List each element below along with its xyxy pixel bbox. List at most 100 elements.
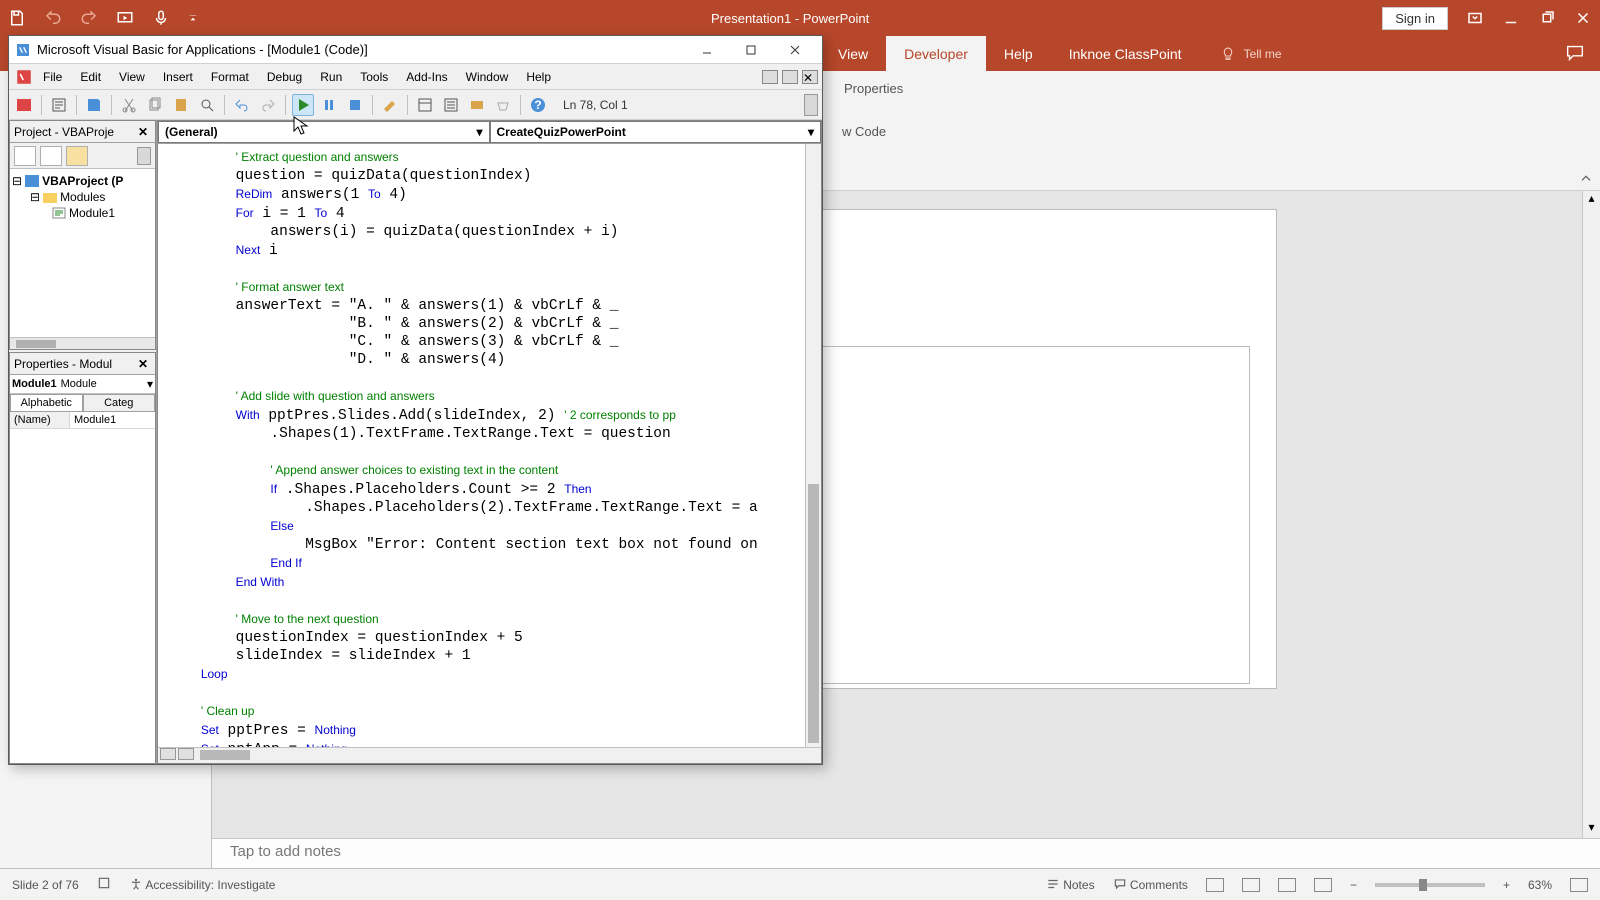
slideshow-view-button[interactable] xyxy=(1314,878,1332,892)
menu-run[interactable]: Run xyxy=(312,67,350,87)
mdi-minimize[interactable] xyxy=(762,70,778,84)
menu-window[interactable]: Window xyxy=(458,67,517,87)
minimize-icon[interactable] xyxy=(1502,9,1520,27)
tb-design-icon[interactable] xyxy=(379,94,401,116)
tb-break-icon[interactable] xyxy=(318,94,340,116)
tb-save-icon[interactable] xyxy=(83,94,105,116)
tb-copy-icon[interactable] xyxy=(144,94,166,116)
code-editor[interactable]: ' Extract question and answers question … xyxy=(158,144,805,747)
reading-view-button[interactable] xyxy=(1278,878,1296,892)
canvas-vscrollbar[interactable]: ▴ ▾ xyxy=(1582,191,1600,838)
toolbar-overflow[interactable] xyxy=(804,94,818,116)
menu-addins[interactable]: Add-Ins xyxy=(398,67,455,87)
accessibility-status[interactable]: Accessibility: Investigate xyxy=(129,877,276,892)
vbe-titlebar[interactable]: Microsoft Visual Basic for Applications … xyxy=(9,36,822,64)
tb-find-icon[interactable] xyxy=(196,94,218,116)
menu-debug[interactable]: Debug xyxy=(259,67,310,87)
zoom-in[interactable]: + xyxy=(1503,878,1510,892)
vbe-menubar: File Edit View Insert Format Debug Run T… xyxy=(9,64,822,90)
ribbon-options-icon[interactable] xyxy=(1466,9,1484,27)
tree-folder-modules[interactable]: Modules xyxy=(60,190,105,204)
project-tree[interactable]: ⊟ VBAProject (P ⊟ Modules Module1 xyxy=(10,169,155,337)
tb-redo-icon[interactable] xyxy=(257,94,279,116)
restore-icon[interactable] xyxy=(1538,9,1556,27)
menu-format[interactable]: Format xyxy=(203,67,257,87)
tb-properties-icon[interactable] xyxy=(440,94,462,116)
full-module-view-icon[interactable] xyxy=(178,748,194,760)
comments-pane-icon[interactable] xyxy=(1564,42,1586,64)
project-explorer-header[interactable]: Project - VBAProje ✕ xyxy=(10,121,155,143)
tb-paste-icon[interactable] xyxy=(170,94,192,116)
pp-notes-pane[interactable]: Tap to add notes xyxy=(212,838,1600,868)
cursor-position: Ln 78, Col 1 xyxy=(563,98,628,112)
tb-help-icon[interactable]: ? xyxy=(527,94,549,116)
procedure-view-icon[interactable] xyxy=(160,748,176,760)
tb-reset-icon[interactable] xyxy=(344,94,366,116)
tree-project[interactable]: VBAProject (P xyxy=(42,174,123,188)
properties-close-icon[interactable]: ✕ xyxy=(135,357,151,371)
properties-panel-header[interactable]: Properties - Modul ✕ xyxy=(10,353,155,375)
undo-icon[interactable] xyxy=(44,9,62,27)
mdi-restore[interactable] xyxy=(782,70,798,84)
tb-project-explorer-icon[interactable] xyxy=(414,94,436,116)
mdi-close[interactable]: ✕ xyxy=(802,70,818,84)
slide-indicator[interactable]: Slide 2 of 76 xyxy=(12,878,79,892)
vbe-minimize-button[interactable] xyxy=(686,38,728,62)
properties-object-dropdown[interactable]: ▾ xyxy=(147,377,153,391)
project-explorer-close-icon[interactable]: ✕ xyxy=(135,125,151,139)
fit-to-window-button[interactable] xyxy=(1570,878,1588,892)
code-procedure-combo[interactable]: CreateQuizPowerPoint▾ xyxy=(490,121,822,143)
mic-icon[interactable] xyxy=(152,9,170,27)
tab-inknoe[interactable]: Inknoe ClassPoint xyxy=(1051,36,1200,71)
close-icon[interactable] xyxy=(1574,9,1592,27)
tb-undo-icon[interactable] xyxy=(231,94,253,116)
vbe-system-icon[interactable] xyxy=(15,68,33,86)
tab-view[interactable]: View xyxy=(820,36,886,71)
toggle-folders-icon[interactable] xyxy=(66,146,88,166)
vbe-close-button[interactable] xyxy=(774,38,816,62)
qat-more-icon[interactable] xyxy=(188,9,198,27)
view-code-label[interactable]: w Code xyxy=(842,124,1588,139)
tb-view-ppt-icon[interactable] xyxy=(13,94,35,116)
tab-developer[interactable]: Developer xyxy=(886,36,986,71)
notes-button[interactable]: Notes xyxy=(1046,877,1095,892)
tb-object-browser-icon[interactable] xyxy=(466,94,488,116)
tb-run-icon[interactable] xyxy=(292,94,314,116)
start-slideshow-icon[interactable] xyxy=(116,9,134,27)
properties-tab-alphabetic[interactable]: Alphabetic xyxy=(10,394,83,411)
sorter-view-button[interactable] xyxy=(1242,878,1260,892)
redo-icon[interactable] xyxy=(80,9,98,27)
project-hscrollbar[interactable] xyxy=(10,337,155,349)
menu-insert[interactable]: Insert xyxy=(155,67,201,87)
tree-module1[interactable]: Module1 xyxy=(69,206,115,220)
menu-help[interactable]: Help xyxy=(518,67,559,87)
zoom-level[interactable]: 63% xyxy=(1528,878,1552,892)
code-vscrollbar[interactable] xyxy=(805,144,821,747)
tb-toolbox-icon[interactable] xyxy=(492,94,514,116)
view-code-icon[interactable] xyxy=(14,146,36,166)
tab-help[interactable]: Help xyxy=(986,36,1051,71)
notes-indicator-icon[interactable] xyxy=(97,876,111,893)
tb-insert-module-icon[interactable] xyxy=(48,94,70,116)
vbe-maximize-button[interactable] xyxy=(730,38,772,62)
menu-view[interactable]: View xyxy=(111,67,153,87)
normal-view-button[interactable] xyxy=(1206,878,1224,892)
menu-file[interactable]: File xyxy=(35,67,70,87)
menu-edit[interactable]: Edit xyxy=(72,67,109,87)
properties-label[interactable]: Properties xyxy=(844,81,1588,96)
view-object-icon[interactable] xyxy=(40,146,62,166)
menu-tools[interactable]: Tools xyxy=(352,67,396,87)
zoom-out[interactable]: − xyxy=(1350,878,1357,892)
save-icon[interactable] xyxy=(8,9,26,27)
collapse-ribbon-icon[interactable] xyxy=(1578,171,1594,187)
code-object-combo[interactable]: (General)▾ xyxy=(158,121,490,143)
tb-cut-icon[interactable] xyxy=(118,94,140,116)
project-toolbar-overflow[interactable] xyxy=(137,147,151,165)
properties-tab-categorized[interactable]: Categ xyxy=(83,394,156,411)
comments-button[interactable]: Comments xyxy=(1113,877,1188,892)
signin-button[interactable]: Sign in xyxy=(1382,7,1448,30)
tell-me[interactable]: Tell me xyxy=(1200,36,1282,71)
prop-name-value[interactable]: Module1 xyxy=(70,412,155,428)
code-hscrollbar[interactable] xyxy=(200,750,250,760)
zoom-slider[interactable] xyxy=(1375,883,1485,887)
